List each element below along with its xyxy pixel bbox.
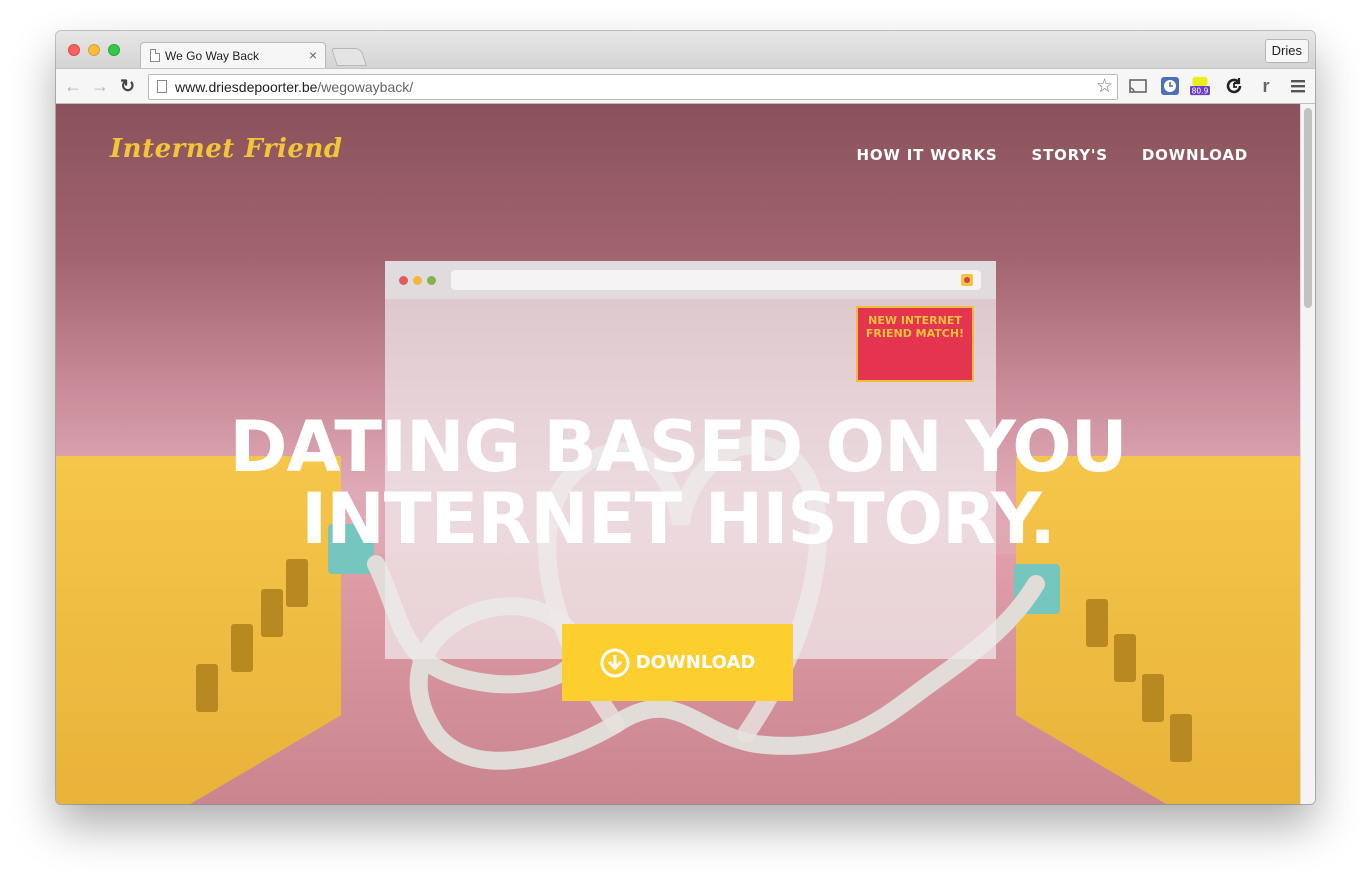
router-port <box>286 559 308 607</box>
nav-storys[interactable]: STORY'S <box>1031 146 1107 164</box>
back-arrow-icon[interactable]: ← <box>64 76 82 96</box>
tab-active[interactable]: We Go Way Back × <box>140 42 326 69</box>
minimize-window-button[interactable] <box>88 44 100 56</box>
timer-extension-icon[interactable]: 80.9 <box>1190 76 1210 96</box>
forward-arrow-icon[interactable]: → <box>91 76 109 96</box>
mock-address-bar <box>451 270 981 290</box>
new-tab-button[interactable] <box>331 48 367 66</box>
router-port <box>1170 714 1192 762</box>
headline-line-2: INTERNET HISTORY. <box>301 478 1056 560</box>
mock-zoom-dot <box>427 276 436 285</box>
headline-line-1: DATING BASED ON YOU <box>229 406 1127 488</box>
r-extension-icon[interactable]: r <box>1256 76 1276 96</box>
address-bar[interactable]: www.driesdepoorter.be/wegowayback/ ☆ <box>148 74 1118 100</box>
router-port <box>1086 599 1108 647</box>
router-port <box>231 624 253 672</box>
menu-icon[interactable] <box>1288 76 1308 96</box>
mock-browser-bar <box>385 261 996 299</box>
match-notification: NEW INTERNET FRIEND MATCH! <box>856 306 974 382</box>
site-logo[interactable]: Internet Friend <box>110 134 343 164</box>
url-domain: www.driesdepoorter.be <box>175 79 318 95</box>
reload-icon[interactable]: ↻ <box>120 76 135 96</box>
url-text: www.driesdepoorter.be/wegowayback/ <box>175 79 413 95</box>
page-icon <box>157 80 167 93</box>
tab-strip: We Go Way Back × Dries <box>56 31 1315 69</box>
site-nav: HOW IT WORKS STORY'S DOWNLOAD <box>857 146 1249 164</box>
router-port <box>1114 634 1136 682</box>
profile-button[interactable]: Dries <box>1264 39 1309 63</box>
history-extension-icon[interactable] <box>1224 76 1244 96</box>
clock-extension-icon[interactable] <box>1160 76 1180 96</box>
nav-how-it-works[interactable]: HOW IT WORKS <box>857 146 998 164</box>
download-button[interactable]: DOWNLOAD <box>562 624 793 701</box>
router-port <box>1142 674 1164 722</box>
mock-minimize-dot <box>413 276 422 285</box>
page-icon <box>150 49 160 62</box>
page-viewport: NEW INTERNET FRIEND MATCH! Internet Frie… <box>56 104 1300 804</box>
record-icon <box>961 274 973 286</box>
download-button-label: DOWNLOAD <box>635 652 756 673</box>
toolbar: ← → ↻ www.driesdepoorter.be/wegowayback/… <box>56 68 1315 104</box>
close-window-button[interactable] <box>68 44 80 56</box>
nav-download[interactable]: DOWNLOAD <box>1142 146 1248 164</box>
vertical-scrollbar[interactable] <box>1300 104 1315 804</box>
hero-headline: DATING BASED ON YOU INTERNET HISTORY. <box>56 411 1300 555</box>
download-arrow-icon <box>600 648 630 677</box>
scrollbar-thumb[interactable] <box>1304 108 1312 308</box>
browser-window: We Go Way Back × Dries ← → ↻ www.driesde… <box>56 31 1315 804</box>
extension-badge-text: 80.9 <box>1192 87 1209 96</box>
router-port <box>196 664 218 712</box>
cast-icon[interactable] <box>1128 76 1148 96</box>
zoom-window-button[interactable] <box>108 44 120 56</box>
url-path: /wegowayback/ <box>317 79 414 95</box>
mock-close-dot <box>399 276 408 285</box>
bookmark-star-icon[interactable]: ☆ <box>1096 76 1113 98</box>
tab-close-icon[interactable]: × <box>309 47 317 63</box>
tab-title: We Go Way Back <box>165 49 260 63</box>
router-port <box>261 589 283 637</box>
